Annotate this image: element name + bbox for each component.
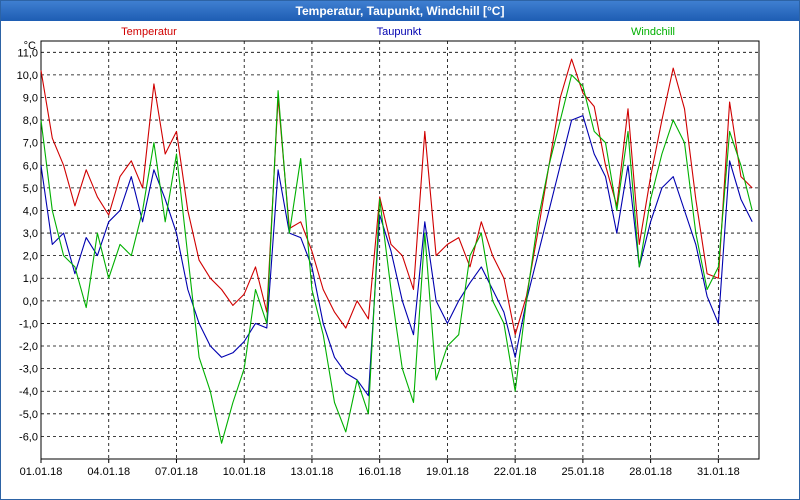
x-tick-label: 31.01.18 (697, 466, 740, 478)
x-tick-label: 10.01.18 (223, 466, 266, 478)
x-tick-label: 01.01.18 (20, 466, 63, 478)
y-tick-label: -4,0 (19, 386, 38, 398)
x-tick-label: 04.01.18 (87, 466, 130, 478)
x-tick-label: 16.01.18 (358, 466, 401, 478)
y-tick-label: -2,0 (19, 341, 38, 353)
y-tick-label: -3,0 (19, 364, 38, 376)
y-tick-label: 5,0 (23, 183, 38, 195)
y-tick-label: 9,0 (23, 92, 38, 104)
x-tick-label: 19.01.18 (426, 466, 469, 478)
legend-entry: Windchill (631, 26, 675, 38)
y-unit-label: °C (24, 40, 36, 52)
y-tick-label: 8,0 (23, 115, 38, 127)
chart-window: Temperatur, Taupunkt, Windchill [°C] 11,… (0, 0, 800, 500)
window-title: Temperatur, Taupunkt, Windchill [°C] (1, 1, 799, 21)
legend-entry: Taupunkt (377, 26, 422, 38)
y-tick-label: 4,0 (23, 205, 38, 217)
x-tick-label: 13.01.18 (291, 466, 334, 478)
x-tick-label: 28.01.18 (629, 466, 672, 478)
x-tick-label: 22.01.18 (494, 466, 537, 478)
y-tick-label: 7,0 (23, 138, 38, 150)
y-tick-label: 6,0 (23, 160, 38, 172)
line-chart: 11,010,09,08,07,06,05,04,03,02,01,00,0-1… (17, 26, 760, 478)
y-tick-label: 10,0 (17, 70, 38, 82)
x-tick-label: 25.01.18 (561, 466, 604, 478)
y-tick-label: -6,0 (19, 431, 38, 443)
legend-entry: Temperatur (121, 26, 177, 38)
plot-area (40, 40, 760, 460)
y-tick-label: 2,0 (23, 251, 38, 263)
x-tick-label: 07.01.18 (155, 466, 198, 478)
y-tick-label: -5,0 (19, 409, 38, 421)
y-tick-label: -1,0 (19, 318, 38, 330)
y-tick-label: 0,0 (23, 296, 38, 308)
y-tick-label: 3,0 (23, 228, 38, 240)
y-tick-label: 1,0 (23, 273, 38, 285)
